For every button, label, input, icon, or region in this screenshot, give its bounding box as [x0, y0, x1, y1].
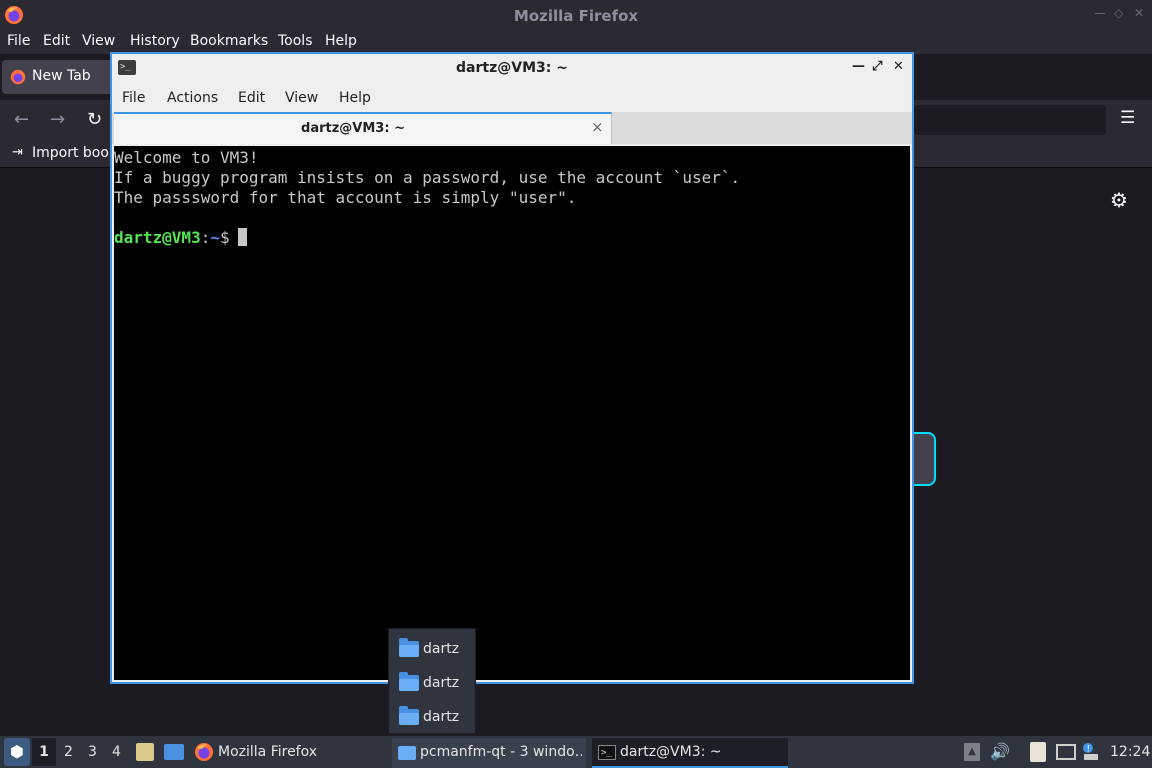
terminal-line: The passsword for that account is simply… — [114, 188, 577, 207]
tray-up-arrow-icon[interactable]: ▲ — [964, 743, 980, 761]
taskbar: ⬢ 1 2 3 4 Mozilla Firefox pcmanfm-qt - 3… — [0, 736, 1152, 768]
menu-actions[interactable]: Actions — [167, 90, 218, 106]
volume-icon[interactable]: 🔊 — [990, 742, 1010, 761]
firefox-launcher-icon[interactable] — [194, 742, 214, 762]
svg-text:!: ! — [1087, 745, 1091, 755]
text-cursor — [237, 228, 247, 246]
popup-item-label: dartz — [423, 709, 460, 725]
workspace-2[interactable]: 2 — [64, 744, 73, 760]
terminal-line: Welcome to VM3! — [114, 148, 259, 167]
menu-tools[interactable]: Tools — [278, 33, 313, 49]
forward-arrow-icon[interactable]: → — [50, 109, 65, 130]
popup-item-label: dartz — [423, 675, 460, 691]
menu-edit[interactable]: Edit — [43, 33, 70, 49]
task-terminal[interactable]: >_ dartz@VM3: ~ — [592, 738, 788, 768]
import-bookmarks-link[interactable]: Import book — [32, 145, 117, 161]
prompt-path: ~ — [210, 228, 220, 247]
minimize-icon[interactable]: — — [852, 59, 865, 74]
clock: 12:24 — [1110, 744, 1151, 760]
terminal-tabbar: dartz@VM3: ~ × — [112, 112, 912, 144]
terminal-line: If a buggy program insists on a password… — [114, 168, 741, 187]
tab-label: New Tab — [32, 68, 91, 84]
terminal-icon: >_ — [598, 745, 616, 760]
firefox-window-title: Mozilla Firefox — [513, 7, 639, 25]
url-bar[interactable] — [914, 105, 1106, 135]
reload-icon[interactable]: ↻ — [87, 109, 102, 130]
terminal-menubar: File Actions Edit View Help — [112, 84, 912, 112]
gear-icon[interactable]: ⚙ — [1110, 188, 1128, 212]
workspace-4[interactable]: 4 — [112, 744, 121, 760]
start-menu-button[interactable]: ⬢ — [4, 738, 30, 766]
menu-view[interactable]: View — [82, 33, 115, 49]
window-group-popup: dartz dartz dartz — [388, 628, 476, 734]
minimize-icon[interactable]: — — [1094, 6, 1106, 20]
import-icon: ⇥ — [12, 145, 23, 160]
terminal-window: >_ dartz@VM3: ~ — ⤢ ✕ File Actions Edit … — [110, 52, 914, 684]
maximize-icon[interactable]: ⤢ — [872, 59, 882, 74]
network-icon[interactable] — [1056, 744, 1076, 760]
file-manager-launcher-icon[interactable] — [136, 743, 154, 761]
firefox-menubar: File Edit View History Bookmarks Tools H… — [0, 30, 1152, 54]
tab-new-tab[interactable]: New Tab — [2, 60, 114, 94]
menu-view[interactable]: View — [285, 90, 318, 106]
menu-file[interactable]: File — [122, 90, 145, 106]
task-pcmanfm[interactable]: pcmanfm-qt - 3 windo… — [392, 738, 586, 768]
terminal-titlebar[interactable]: >_ dartz@VM3: ~ — ⤢ ✕ — [112, 54, 912, 82]
firefox-titlebar: Mozilla Firefox — ◇ ✕ — [0, 0, 1152, 30]
folder-icon — [399, 706, 419, 725]
terminal-screen[interactable]: Welcome to VM3! If a buggy program insis… — [114, 146, 910, 680]
firefox-tab-icon — [10, 69, 26, 85]
menu-edit[interactable]: Edit — [238, 90, 265, 106]
prompt-line: dartz@VM3:~$ — [114, 228, 910, 248]
menu-bookmarks[interactable]: Bookmarks — [190, 33, 268, 49]
folder-icon — [399, 672, 419, 691]
back-arrow-icon[interactable]: ← — [14, 109, 29, 130]
workspace-3[interactable]: 3 — [88, 744, 97, 760]
show-desktop-icon[interactable] — [164, 744, 184, 760]
popup-item-label: dartz — [423, 641, 460, 657]
tab-close-icon[interactable]: × — [591, 118, 604, 136]
task-label: pcmanfm-qt - 3 windo… — [420, 744, 582, 760]
firefox-launcher-label[interactable]: Mozilla Firefox — [218, 744, 317, 760]
notification-icon[interactable]: ! — [1082, 742, 1100, 762]
terminal-tab[interactable]: dartz@VM3: ~ × — [114, 112, 612, 144]
menu-help[interactable]: Help — [339, 90, 371, 106]
terminal-tab-label: dartz@VM3: ~ — [301, 121, 405, 136]
folder-icon — [399, 638, 419, 657]
folder-icon — [398, 746, 416, 760]
maximize-icon[interactable]: ◇ — [1114, 6, 1123, 20]
prompt-sign: $ — [219, 228, 230, 247]
clipboard-icon[interactable] — [1030, 742, 1046, 762]
menu-file[interactable]: File — [7, 33, 30, 49]
close-icon[interactable]: ✕ — [1134, 6, 1144, 20]
workspace-1[interactable]: 1 — [32, 738, 56, 766]
prompt-user-host: dartz@VM3 — [114, 228, 201, 247]
menu-history[interactable]: History — [130, 33, 180, 49]
prompt-colon: : — [200, 228, 211, 247]
hamburger-menu-icon[interactable]: ☰ — [1120, 108, 1135, 128]
close-icon[interactable]: ✕ — [893, 59, 904, 74]
menu-help[interactable]: Help — [325, 33, 357, 49]
task-label: dartz@VM3: ~ — [620, 744, 722, 760]
terminal-window-title: dartz@VM3: ~ — [456, 60, 568, 76]
